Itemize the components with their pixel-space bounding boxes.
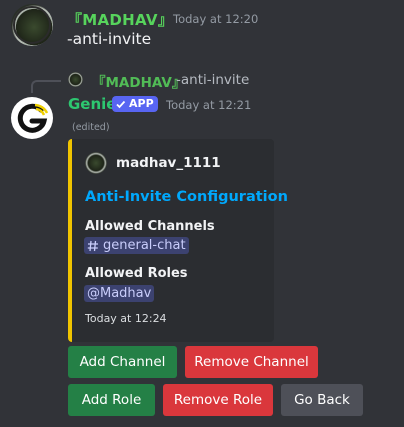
embed-title: Anti-Invite Configuration [85, 189, 288, 205]
message-content: -anti-invite [67, 30, 152, 48]
hash-icon [87, 240, 98, 251]
app-badge: APP [112, 96, 158, 112]
reply-connector [31, 80, 61, 93]
edited-label: (edited) [72, 122, 110, 133]
channel-mention-label: general-chat [103, 238, 186, 253]
embed-field-name: Allowed Channels [85, 219, 215, 234]
genie-logo-icon [17, 103, 49, 133]
reply-content[interactable]: -anti-invite [176, 72, 249, 88]
add-channel-button[interactable]: Add Channel [68, 346, 177, 378]
message-timestamp: Today at 12:21 [166, 98, 252, 112]
embed-field-name: Allowed Roles [85, 266, 188, 281]
embed-author: madhav_1111 [116, 155, 221, 171]
bot-author[interactable]: Genie [68, 95, 116, 113]
app-badge-label: APP [129, 97, 154, 110]
reply-author[interactable]: 『MADHAV』 [92, 71, 185, 91]
role-mention[interactable]: @Madhav [84, 285, 155, 302]
remove-channel-button[interactable]: Remove Channel [185, 346, 318, 378]
message-timestamp: Today at 12:20 [173, 12, 259, 26]
go-back-button[interactable]: Go Back [281, 384, 363, 416]
embed-author-avatar [85, 152, 107, 174]
reply-avatar[interactable] [68, 72, 83, 87]
message-author[interactable]: 『MADHAV』 [67, 9, 173, 30]
bot-avatar[interactable] [11, 97, 53, 139]
checkmark-icon [116, 100, 126, 108]
add-role-button[interactable]: Add Role [68, 384, 155, 416]
embed-footer: Today at 12:24 [85, 312, 167, 325]
user-avatar[interactable] [11, 4, 53, 46]
channel-mention[interactable]: general-chat [84, 237, 189, 254]
remove-role-button[interactable]: Remove Role [163, 384, 273, 416]
